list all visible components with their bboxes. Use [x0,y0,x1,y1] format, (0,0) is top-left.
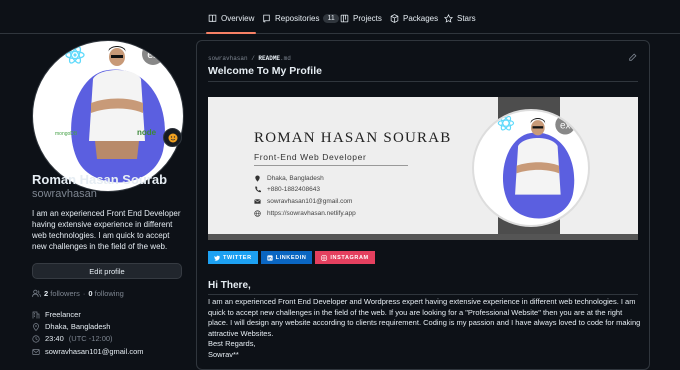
readme-path-user[interactable]: sowravhasan [208,55,248,62]
profile-username: sowravhasan [32,188,97,200]
following-link[interactable]: 0 following [88,289,123,298]
instagram-badge[interactable]: INSTAGRAM [315,251,375,264]
banner-phone-icon [255,186,261,193]
vcard-company: Freelancer [32,310,81,319]
tab-stars[interactable]: Stars [444,10,476,26]
tab-projects-label: Projects [353,13,382,23]
tab-repositories[interactable]: Repositories 11 [262,10,339,26]
readme-regards: Best Regards, [208,339,256,348]
banner-website-text: https://sowravhasan.netlify.app [267,210,356,217]
followers-count: 2 [44,289,49,298]
tab-projects[interactable]: Projects [340,10,382,26]
readme-path-ext: .md [280,55,291,62]
organization-icon [32,311,40,318]
banner-phone: +880-1882408643 [254,186,320,193]
following-count: 0 [88,289,93,298]
emoji-icon [168,133,177,142]
follow-stats: 2 followers · 0 following [32,289,124,298]
banner-email-text: sowravhasan101@gmail.com [267,198,353,205]
book-icon [208,14,217,22]
status-emoji[interactable] [163,128,182,147]
clock-icon [32,334,40,343]
avatar-image: ex mongoDB node [55,43,165,183]
banner-location: Dhaka, Bangladesh [254,175,324,182]
react-icon [65,46,85,64]
banner-react-icon [497,115,515,131]
readme-box: sowravhasan / README.md Welcome To My Pr… [196,40,650,370]
tab-overview[interactable]: Overview [205,10,257,34]
email-link[interactable]: sowravhasan101@gmail.com [45,347,144,356]
location-icon [33,322,39,331]
linkedin-icon [267,254,273,261]
twitter-badge[interactable]: TWITTER [208,251,258,264]
pencil-icon[interactable] [628,53,637,62]
readme-path-file: README [258,55,281,62]
timezone-text: (UTC -12:00) [68,334,113,343]
local-time: 23:40 [45,334,64,343]
mongodb-logo: mongoDB [55,131,78,137]
readme-signoff: Sowrav** [208,349,239,359]
linkedin-badge-label: LINKEDIN [275,254,307,261]
banner-role: Front-End Web Developer [254,152,367,162]
banner-mail-icon [254,199,261,204]
banner-globe-icon [254,210,261,217]
star-icon [444,13,453,23]
banner-ex-badge: ex [560,120,570,131]
follow-dot: · [82,289,86,298]
repositories-count: 11 [323,13,339,23]
repo-icon [263,14,270,22]
instagram-icon [321,254,328,261]
mail-icon [32,348,40,355]
social-badges: TWITTER LINKEDIN INSTAGRAM [208,251,375,264]
ex-badge-text: ex [147,49,159,61]
profile-nav: Overview Repositories 11 Projects Packag… [0,0,680,34]
twitter-badge-label: TWITTER [223,254,252,261]
company-text: Freelancer [45,310,81,319]
project-icon [340,14,349,22]
vcard-location: Dhaka, Bangladesh [32,322,110,331]
banner-location-text: Dhaka, Bangladesh [267,175,324,182]
banner-name: ROMAN HASAN SOURAB [254,130,452,146]
followers-link[interactable]: 2 followers [44,289,80,298]
banner-phone-text: +880-1882408643 [267,186,320,193]
location-text: Dhaka, Bangladesh [45,322,111,331]
readme-title: Welcome To My Profile [208,65,638,82]
profile-name: Roman Hasan Sourab [32,172,168,187]
banner-avatar-image: ex [497,114,576,219]
tab-repositories-label: Repositories [275,13,320,23]
profile-banner-image: ROMAN HASAN SOURAB Front-End Web Develop… [208,97,638,240]
banner-divider [254,165,408,166]
banner-bottom-strip [208,234,638,240]
people-icon [32,289,41,297]
readme-path: sowravhasan / README.md [208,55,291,62]
tab-packages-label: Packages [403,13,439,23]
profile-bio: I am an experienced Front End Developer … [32,209,181,251]
following-label: following [94,289,124,298]
instagram-badge-label: INSTAGRAM [330,254,369,261]
avatar[interactable]: ex mongoDB node [32,40,184,192]
vcard-time: 23:40 (UTC -12:00) [32,334,113,343]
readme-paragraph-text: I am an experienced Front End Developer … [208,297,641,338]
edit-profile-button[interactable]: Edit profile [32,263,182,279]
linkedin-badge[interactable]: LINKEDIN [260,251,313,264]
banner-location-icon [255,175,260,182]
tab-packages[interactable]: Packages [390,10,438,26]
tab-stars-label: Stars [457,13,476,23]
nodejs-logo: node [137,128,157,137]
readme-path-sep: / [247,55,259,62]
banner-avatar: ex [472,109,590,227]
followers-label: followers [50,289,80,298]
vcard-email[interactable]: sowravhasan101@gmail.com [32,347,144,356]
ex-badge [142,43,164,65]
tab-overview-label: Overview [221,13,255,23]
readme-paragraph: I am an experienced Front End Developer … [208,297,642,360]
banner-website: https://sowravhasan.netlify.app [254,210,356,217]
greeting-divider [208,294,638,295]
greeting-heading: Hi There, [208,280,251,291]
package-icon [390,13,399,23]
banner-email: sowravhasan101@gmail.com [254,198,352,205]
twitter-icon [214,255,220,261]
